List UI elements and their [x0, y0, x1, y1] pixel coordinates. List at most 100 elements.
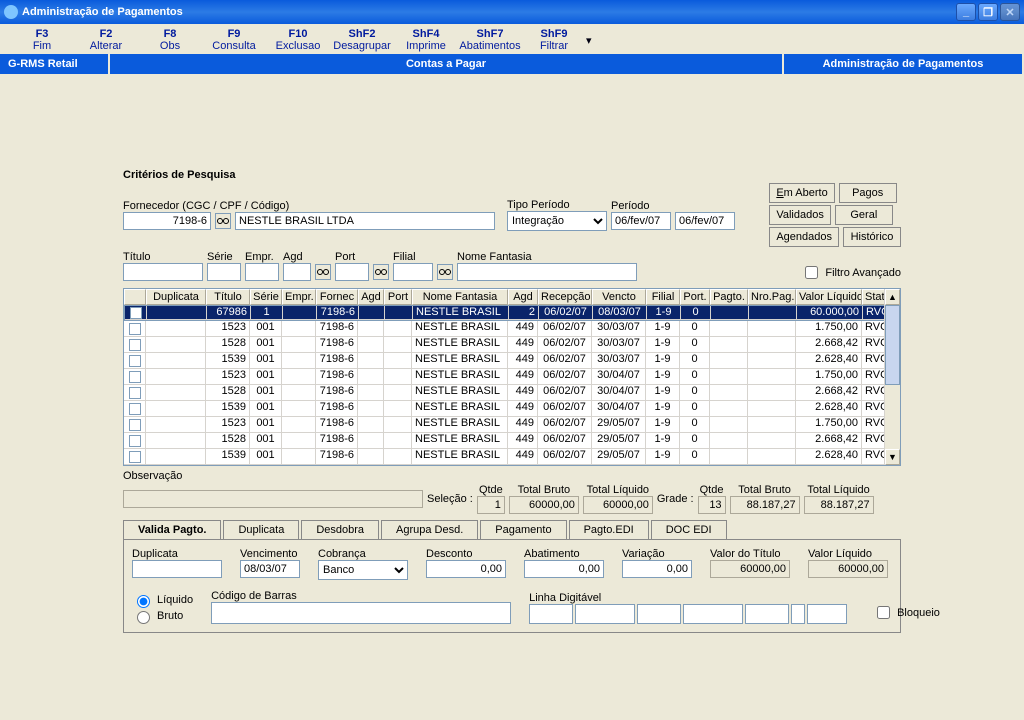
toolbar-filtrar[interactable]: ShF9Filtrar — [522, 28, 586, 52]
table-row[interactable]: 15230017198-6NESTLE BRASIL44906/02/0730/… — [124, 321, 900, 337]
col-header[interactable]: Port. — [680, 289, 710, 305]
toolbar-fim[interactable]: F3Fim — [10, 28, 74, 52]
scroll-up-icon[interactable]: ▲ — [885, 289, 900, 305]
col-header[interactable]: Vencto — [592, 289, 646, 305]
periodo-ate-input[interactable] — [675, 212, 735, 230]
toolbar-more-icon[interactable]: ▾ — [586, 28, 606, 52]
filtro-avancado-checkbox[interactable] — [805, 266, 818, 279]
row-checkbox[interactable] — [124, 417, 146, 433]
table-row[interactable]: 15230017198-6NESTLE BRASIL44906/02/0730/… — [124, 369, 900, 385]
row-checkbox[interactable] — [124, 321, 146, 337]
tab-pagto-edi[interactable]: Pagto.EDI — [569, 520, 649, 539]
filial-lookup-icon[interactable] — [437, 264, 453, 280]
ld-3[interactable] — [637, 604, 681, 624]
f-cobranca-select[interactable]: Banco — [318, 560, 408, 580]
fornecedor-name-input[interactable] — [235, 212, 495, 230]
bruto-radio[interactable] — [137, 611, 150, 624]
maximize-button[interactable]: ❐ — [978, 3, 998, 21]
table-row[interactable]: 15280017198-6NESTLE BRASIL44906/02/0730/… — [124, 337, 900, 353]
col-header[interactable]: Valor Líquido — [796, 289, 862, 305]
f-abat-input[interactable] — [524, 560, 604, 578]
tab-doc-edi[interactable]: DOC EDI — [651, 520, 727, 539]
codigo-barras-input[interactable] — [211, 602, 511, 624]
toolbar-abatimentos[interactable]: ShF7Abatimentos — [458, 28, 522, 52]
tab-valida-pagto[interactable]: Valida Pagto. — [123, 520, 221, 539]
toolbar-imprime[interactable]: ShF4Imprime — [394, 28, 458, 52]
agendados-button[interactable]: Agendados — [769, 227, 839, 247]
toolbar-alterar[interactable]: F2Alterar — [74, 28, 138, 52]
row-checkbox[interactable] — [124, 449, 146, 465]
tab-agrupa-desd[interactable]: Agrupa Desd. — [381, 520, 478, 539]
col-header[interactable]: Nome Fantasia — [412, 289, 508, 305]
col-header[interactable] — [124, 289, 146, 305]
scroll-down-icon[interactable]: ▼ — [885, 449, 900, 465]
row-checkbox[interactable] — [124, 337, 146, 353]
titulo-input[interactable] — [123, 263, 203, 281]
table-row[interactable]: 15280017198-6NESTLE BRASIL44906/02/0729/… — [124, 433, 900, 449]
col-header[interactable]: Pagto. — [710, 289, 748, 305]
port-lookup-icon[interactable] — [373, 264, 389, 280]
empr-input[interactable] — [245, 263, 279, 281]
serie-input[interactable] — [207, 263, 241, 281]
row-checkbox[interactable] — [124, 385, 146, 401]
row-checkbox[interactable] — [124, 369, 146, 385]
em-aberto-button[interactable]: EEm Abertom Aberto — [769, 183, 834, 203]
col-header[interactable]: Agd — [358, 289, 384, 305]
table-row[interactable]: 15280017198-6NESTLE BRASIL44906/02/0730/… — [124, 385, 900, 401]
scroll-thumb[interactable] — [885, 305, 900, 385]
table-row[interactable]: 15390017198-6NESTLE BRASIL44906/02/0729/… — [124, 449, 900, 465]
row-checkbox[interactable] — [124, 353, 146, 369]
f-duplicata-input[interactable] — [132, 560, 222, 578]
tab-pagamento[interactable]: Pagamento — [480, 520, 566, 539]
row-checkbox[interactable] — [124, 433, 146, 449]
col-header[interactable]: Fornec — [316, 289, 358, 305]
liquido-radio[interactable] — [137, 595, 150, 608]
tab-desdobra[interactable]: Desdobra — [301, 520, 379, 539]
fornecedor-lookup-icon[interactable] — [215, 213, 231, 229]
agd-input[interactable] — [283, 263, 311, 281]
nome-fantasia-input[interactable] — [457, 263, 637, 281]
row-checkbox[interactable]: ✓ — [125, 306, 147, 320]
ld-2[interactable] — [575, 604, 635, 624]
table-row[interactable]: ✓6798617198-6NESTLE BRASIL206/02/0708/03… — [124, 305, 900, 321]
pagos-button[interactable]: Pagos — [839, 183, 897, 203]
col-header[interactable]: Recepção — [538, 289, 592, 305]
geral-button[interactable]: Geral — [835, 205, 893, 225]
col-header[interactable]: Agd — [508, 289, 538, 305]
ld-1[interactable] — [529, 604, 573, 624]
col-header[interactable]: Série — [250, 289, 282, 305]
tab-duplicata[interactable]: Duplicata — [223, 520, 299, 539]
toolbar-consulta[interactable]: F9Consulta — [202, 28, 266, 52]
historico-button[interactable]: Histórico — [843, 227, 901, 247]
table-row[interactable]: 15230017198-6NESTLE BRASIL44906/02/0729/… — [124, 417, 900, 433]
toolbar-obs[interactable]: F8Obs — [138, 28, 202, 52]
col-header[interactable]: Empr. — [282, 289, 316, 305]
ld-5[interactable] — [745, 604, 789, 624]
f-venc-input[interactable] — [240, 560, 300, 578]
f-desconto-input[interactable] — [426, 560, 506, 578]
toolbar-desagrupar[interactable]: ShF2Desagrupar — [330, 28, 394, 52]
close-button[interactable]: ✕ — [1000, 3, 1020, 21]
fornecedor-code-input[interactable] — [123, 212, 211, 230]
ld-6[interactable] — [791, 604, 805, 624]
periodo-de-input[interactable] — [611, 212, 671, 230]
bloqueio-checkbox[interactable] — [877, 606, 890, 619]
ld-7[interactable] — [807, 604, 847, 624]
col-header[interactable]: Filial — [646, 289, 680, 305]
col-header[interactable]: Nro.Pag. — [748, 289, 796, 305]
validados-button[interactable]: Validados — [769, 205, 831, 225]
ld-4[interactable] — [683, 604, 743, 624]
table-row[interactable]: 15390017198-6NESTLE BRASIL44906/02/0730/… — [124, 401, 900, 417]
col-header[interactable]: Título — [206, 289, 250, 305]
col-header[interactable]: Duplicata — [146, 289, 206, 305]
minimize-button[interactable]: _ — [956, 3, 976, 21]
col-header[interactable]: Port — [384, 289, 412, 305]
filial-input[interactable] — [393, 263, 433, 281]
f-var-input[interactable] — [622, 560, 692, 578]
agd-lookup-icon[interactable] — [315, 264, 331, 280]
row-checkbox[interactable] — [124, 401, 146, 417]
table-row[interactable]: 15390017198-6NESTLE BRASIL44906/02/0730/… — [124, 353, 900, 369]
toolbar-exclusao[interactable]: F10Exclusao — [266, 28, 330, 52]
port-input[interactable] — [335, 263, 369, 281]
tipo-periodo-select[interactable]: Integração — [507, 211, 607, 231]
